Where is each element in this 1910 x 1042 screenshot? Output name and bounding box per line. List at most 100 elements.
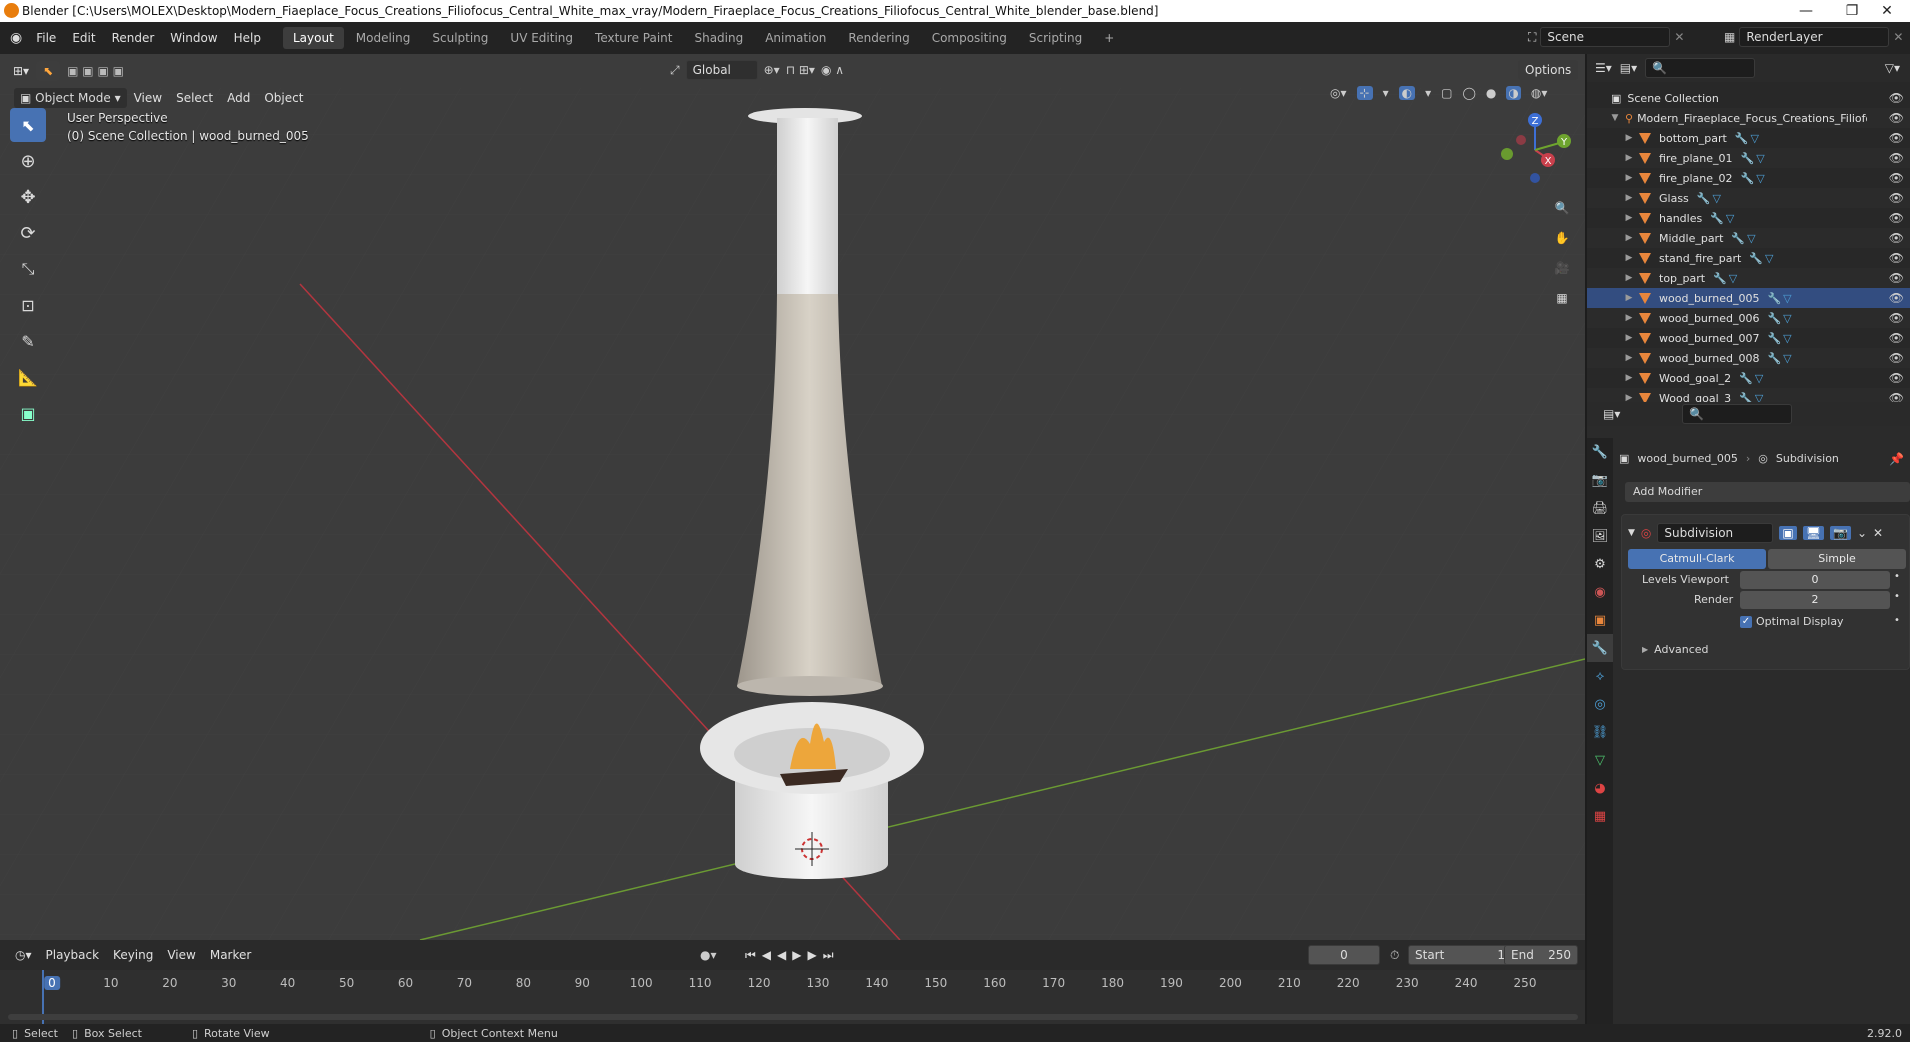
menu-edit[interactable]: Edit: [64, 22, 103, 54]
expand-triangle-icon[interactable]: ▶: [1623, 173, 1635, 183]
expand-triangle-icon[interactable]: ▶: [1623, 133, 1635, 143]
expand-triangle-icon[interactable]: ▶: [1623, 373, 1635, 383]
output-tab-icon[interactable]: 🖨: [1587, 494, 1613, 522]
timeline-scrollbar[interactable]: [8, 1014, 1578, 1020]
scene-tab-icon[interactable]: ⚙: [1587, 550, 1613, 578]
proportional-edit-icon[interactable]: ◉ ∧: [821, 63, 844, 77]
xray-icon[interactable]: ▢: [1441, 86, 1452, 100]
modifier-and-mesh-icons[interactable]: 🔧▽: [1767, 312, 1793, 325]
view-layer-tab-icon[interactable]: 🖼: [1587, 522, 1613, 550]
display-mode-icon[interactable]: ▤▾: [1620, 61, 1637, 75]
render-toggle-icon[interactable]: 📷: [1829, 526, 1851, 540]
edit-mode-toggle-icon[interactable]: ▣: [1779, 526, 1797, 540]
menu-help[interactable]: Help: [226, 22, 269, 54]
keyframe-dot-icon[interactable]: •: [1894, 571, 1900, 582]
tab-animation[interactable]: Animation: [755, 27, 836, 49]
annotate-tool[interactable]: ✎: [10, 324, 46, 358]
advanced-subpanel[interactable]: ▶ Advanced: [1642, 643, 1709, 656]
outliner-item[interactable]: ▶ wood_burned_007 🔧▽ 👁: [1587, 328, 1910, 348]
select-mode-icon[interactable]: ⬉: [36, 61, 61, 81]
eye-icon[interactable]: 👁: [1889, 91, 1904, 105]
modifier-tab-icon[interactable]: 🔧: [1587, 634, 1613, 662]
physics-tab-icon[interactable]: ◎: [1587, 690, 1613, 718]
menu-render[interactable]: Render: [104, 22, 163, 54]
transform-orientation-dropdown[interactable]: Global: [685, 60, 758, 80]
3d-viewport[interactable]: ⊞▾ ⬉ ▣ ▣ ▣ ▣ ⤢ Global ⊕▾ ⊓ ⊞▾ ◉ ∧ Option…: [0, 54, 1585, 940]
tab-modeling[interactable]: Modeling: [346, 27, 421, 49]
playback-controls[interactable]: ⏮◀◀▶▶⏭: [745, 948, 840, 963]
rotate-tool[interactable]: ⟳: [10, 216, 46, 250]
menu-playback[interactable]: Playback: [39, 942, 107, 968]
expand-triangle-icon[interactable]: ▶: [1623, 153, 1635, 163]
menu-add[interactable]: Add: [220, 85, 257, 111]
expand-triangle-icon[interactable]: ▶: [1623, 333, 1635, 343]
eye-icon[interactable]: 👁: [1889, 131, 1904, 145]
levels-viewport-field[interactable]: 0: [1740, 571, 1890, 589]
tab-shading[interactable]: Shading: [684, 27, 753, 49]
outliner-item[interactable]: ▶ fire_plane_02 🔧▽ 👁: [1587, 168, 1910, 188]
modifier-and-mesh-icons[interactable]: 🔧▽: [1731, 232, 1757, 245]
texture-tab-icon[interactable]: ▦: [1587, 802, 1613, 830]
eye-icon[interactable]: 👁: [1889, 291, 1904, 305]
pan-icon[interactable]: ✋: [1548, 224, 1576, 252]
outliner-search-input[interactable]: 🔍: [1645, 58, 1756, 78]
shading-solid-icon[interactable]: ●: [1486, 86, 1496, 100]
navigation-gizmo[interactable]: Z X Y: [1495, 110, 1575, 200]
expand-triangle-icon[interactable]: ▶: [1623, 213, 1635, 223]
timeline-editor-icon[interactable]: ◷▾: [8, 942, 39, 968]
blender-menu-icon[interactable]: ◉: [10, 30, 22, 46]
autokey-icon[interactable]: ●▾: [700, 948, 717, 962]
simple-button[interactable]: Simple: [1768, 549, 1906, 569]
scene-close-icon[interactable]: ✕: [1674, 30, 1684, 44]
add-workspace-icon[interactable]: +: [1094, 27, 1124, 49]
remove-modifier-icon[interactable]: ✕: [1873, 526, 1883, 540]
particles-tab-icon[interactable]: ⟡: [1587, 662, 1613, 690]
eye-icon[interactable]: 👁: [1889, 211, 1904, 225]
add-cube-tool[interactable]: ▣: [10, 396, 46, 430]
constraints-tab-icon[interactable]: ⛓: [1587, 718, 1613, 746]
eye-icon[interactable]: 👁: [1889, 271, 1904, 285]
eye-icon[interactable]: 👁: [1889, 371, 1904, 385]
tool-tab-icon[interactable]: 🔧: [1587, 438, 1613, 466]
outliner-item[interactable]: ▶ handles 🔧▽ 👁: [1587, 208, 1910, 228]
tab-texture-paint[interactable]: Texture Paint: [585, 27, 682, 49]
eye-icon[interactable]: 👁: [1889, 191, 1904, 205]
menu-file[interactable]: File: [28, 22, 64, 54]
outliner-item[interactable]: ▶ wood_burned_005 🔧▽ 👁: [1587, 288, 1910, 308]
menu-timeline-view[interactable]: View: [160, 942, 202, 968]
eye-icon[interactable]: 👁: [1889, 311, 1904, 325]
world-tab-icon[interactable]: ◉: [1587, 578, 1613, 606]
minimize-button[interactable]: —: [1783, 0, 1829, 22]
eye-icon[interactable]: 👁: [1889, 251, 1904, 265]
modifier-name-field[interactable]: Subdivision: [1657, 523, 1774, 543]
catmull-clark-button[interactable]: Catmull-Clark: [1628, 549, 1766, 569]
properties-editor-icon[interactable]: ▤▾: [1603, 407, 1620, 421]
data-tab-icon[interactable]: ▽: [1587, 746, 1613, 774]
options-dropdown[interactable]: Options: [1518, 60, 1578, 80]
modifier-and-mesh-icons[interactable]: 🔧▽: [1739, 372, 1765, 385]
outliner-item[interactable]: ▶ top_part 🔧▽ 👁: [1587, 268, 1910, 288]
snap-icon[interactable]: ⊓ ⊞▾: [786, 63, 815, 77]
scene-field[interactable]: Scene: [1540, 27, 1671, 47]
shading-wireframe-icon[interactable]: ◯: [1462, 86, 1475, 100]
cursor-tool[interactable]: ⊕: [10, 144, 46, 178]
keyframe-dot-icon-2[interactable]: •: [1894, 591, 1900, 602]
modifier-and-mesh-icons[interactable]: 🔧▽: [1710, 212, 1736, 225]
eye-icon[interactable]: 👁: [1889, 231, 1904, 245]
start-frame-field[interactable]: Start 1: [1408, 945, 1512, 965]
timeline-ruler[interactable]: 0 10 20 30 40 50 60 70 80 90 100 110 120 130 140 150 160…: [0, 970, 1585, 1024]
add-modifier-dropdown[interactable]: Add Modifier: [1625, 482, 1910, 502]
eye-icon[interactable]: 👁: [1889, 111, 1904, 125]
tab-uv-editing[interactable]: UV Editing: [500, 27, 583, 49]
outliner-item[interactable]: ▶ Glass 🔧▽ 👁: [1587, 188, 1910, 208]
modifier-and-mesh-icons[interactable]: 🔧▽: [1741, 152, 1767, 165]
modifier-and-mesh-icons[interactable]: 🔧▽: [1767, 292, 1793, 305]
transform-tool[interactable]: ⊡: [10, 288, 46, 322]
outliner-item[interactable]: ▶ Wood_goal_2 🔧▽ 👁: [1587, 368, 1910, 388]
zoom-icon[interactable]: 🔍: [1548, 194, 1576, 222]
outliner-item[interactable]: ▶ wood_burned_006 🔧▽ 👁: [1587, 308, 1910, 328]
modifier-and-mesh-icons[interactable]: 🔧▽: [1741, 172, 1767, 185]
select-box-tool[interactable]: ⬉: [10, 108, 46, 142]
tab-layout[interactable]: Layout: [282, 27, 344, 49]
eye-icon[interactable]: 👁: [1889, 151, 1904, 165]
